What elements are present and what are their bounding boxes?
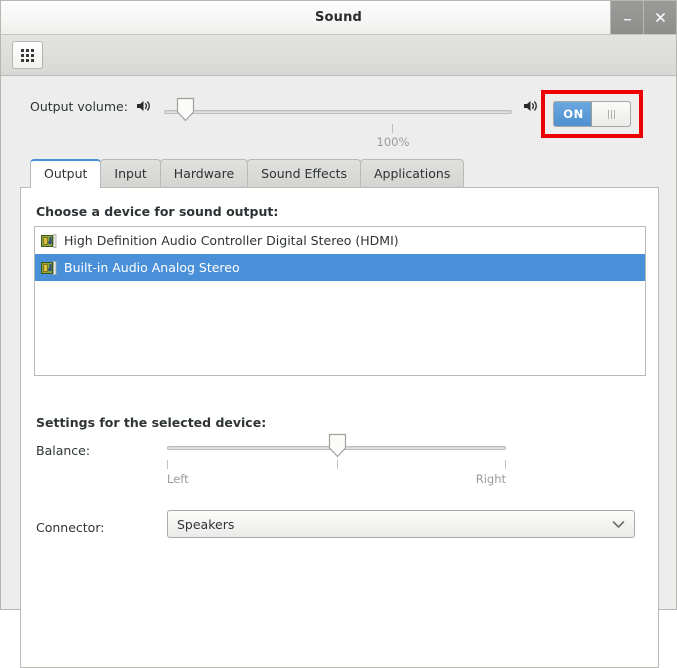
output-volume-row: Output volume: 100% ON (1, 88, 677, 149)
window-content: Output volume: 100% ON Output Input Hard… (1, 76, 677, 668)
sound-settings-window: Sound Output volume: 100% ON Output Inpu… (0, 0, 677, 668)
chevron-down-icon (612, 520, 625, 529)
connector-value: Speakers (177, 516, 235, 532)
settings-heading: Settings for the selected device: (36, 415, 267, 430)
toggle-knob[interactable] (591, 102, 630, 126)
window-title: Sound (314, 10, 363, 25)
toolbar (1, 35, 676, 76)
audio-card-icon (40, 232, 58, 250)
speaker-low-icon (136, 99, 151, 113)
title-bar: Sound (1, 1, 676, 35)
window-controls (610, 1, 676, 34)
tab-label: Input (114, 166, 147, 181)
device-name: High Definition Audio Controller Digital… (64, 233, 399, 248)
balance-slider[interactable] (167, 433, 506, 458)
tab-bar: Output Input Hardware Sound Effects Appl… (30, 159, 465, 188)
audio-card-icon (40, 259, 58, 277)
slider-handle[interactable] (176, 97, 195, 122)
volume-value-label: 100% (376, 135, 410, 149)
list-item[interactable]: High Definition Audio Controller Digital… (35, 227, 645, 254)
output-volume-label: Output volume: (30, 99, 128, 114)
connector-dropdown[interactable]: Speakers (167, 510, 635, 538)
device-list[interactable]: High Definition Audio Controller Digital… (34, 226, 646, 376)
devices-heading: Choose a device for sound output: (36, 204, 279, 219)
grid-icon (21, 48, 34, 62)
tab-label: Hardware (173, 166, 235, 181)
balance-scale-labels: Left Right (167, 472, 506, 486)
device-name: Built-in Audio Analog Stereo (64, 260, 240, 275)
tab-input[interactable]: Input (100, 159, 161, 187)
toggle-state-label: ON (563, 107, 584, 121)
tab-output[interactable]: Output (30, 159, 102, 188)
tab-label: Output (44, 166, 88, 181)
volume-tick-mark (392, 124, 393, 133)
slider-track (164, 110, 512, 114)
balance-slider-handle[interactable] (328, 433, 347, 458)
tab-sound-effects[interactable]: Sound Effects (247, 159, 361, 187)
balance-tick-marks (167, 460, 506, 470)
speaker-high-icon (523, 99, 538, 113)
balance-right-label: Right (475, 472, 506, 486)
output-volume-slider[interactable] (164, 97, 512, 122)
balance-label: Balance: (36, 443, 91, 458)
close-button[interactable] (643, 1, 676, 34)
output-tab-panel: Choose a device for sound output: High D… (20, 187, 659, 668)
tab-applications[interactable]: Applications (359, 159, 465, 187)
list-item[interactable]: Built-in Audio Analog Stereo (35, 254, 645, 281)
tab-label: Applications (373, 166, 451, 181)
grip-icon (607, 109, 615, 119)
all-settings-button[interactable] (12, 41, 43, 69)
balance-left-label: Left (167, 472, 189, 486)
tab-hardware[interactable]: Hardware (159, 159, 249, 187)
minimize-button[interactable] (610, 1, 643, 34)
connector-label: Connector: (36, 520, 105, 535)
tab-label: Sound Effects (261, 166, 347, 181)
output-volume-toggle[interactable]: ON (553, 101, 631, 127)
